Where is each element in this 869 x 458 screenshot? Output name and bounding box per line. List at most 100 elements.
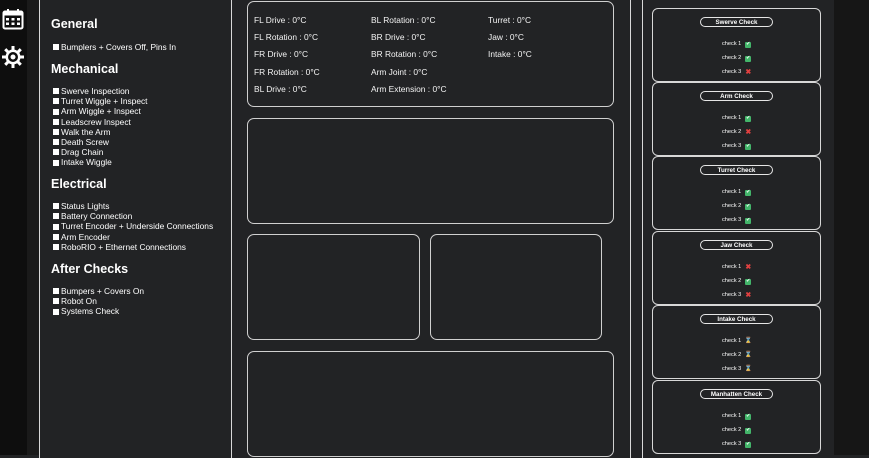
check-pass-icon: ✔ (745, 427, 752, 434)
section-title-electrical: Electrical (51, 177, 107, 191)
check-pass-icon: ✔ (745, 41, 752, 48)
check-row: check 3 ✖ (722, 292, 751, 299)
checklist-item-label: Leadscrew Inspect (61, 116, 131, 127)
check-label: check 2 (722, 427, 742, 433)
checklist-item-label: Swerve Inspection (61, 86, 130, 96)
check-label: check 3 (722, 69, 742, 75)
checklist-item-label: Bumpers + Covers On (61, 286, 145, 296)
divider (39, 0, 40, 458)
sensor-reading: FL Rotation : 0°C (254, 32, 319, 42)
check-row: check 2 ✔ (722, 278, 752, 285)
check-label: check 1 (722, 413, 742, 419)
sensor-reading: Arm Joint : 0°C (371, 67, 428, 77)
checklist-item[interactable]: Bumplers + Covers Off, Pins In (53, 42, 176, 52)
checklist-item[interactable]: Bumpers + Covers On (53, 286, 144, 296)
checklist-item[interactable]: Robot On (53, 296, 144, 306)
checkbox[interactable] (53, 233, 59, 240)
check-card: Intake Check check 1 ⌛ check 2 ⌛ check 3 ⌛ (652, 305, 821, 379)
checkbox[interactable] (53, 88, 59, 95)
check-title-pill[interactable]: Swerve Check (700, 17, 773, 27)
check-title-pill[interactable]: Turret Check (700, 165, 773, 175)
checkbox[interactable] (53, 98, 59, 105)
sensor-reading: BL Drive : 0°C (254, 84, 307, 94)
check-label: check 1 (722, 41, 742, 47)
checklist-item[interactable]: Walk the Arm (53, 127, 148, 137)
section-title-after-checks: After Checks (51, 262, 129, 276)
check-row: check 2 ⌛ (722, 352, 753, 359)
check-label: check 3 (722, 143, 742, 149)
checkbox[interactable] (53, 243, 59, 250)
calendar-icon (2, 9, 24, 30)
calendar-button[interactable] (0, 4, 26, 34)
check-pass-icon: ✔ (745, 115, 752, 122)
check-label: check 1 (722, 338, 742, 344)
checkbox[interactable] (53, 159, 59, 166)
checklist-item[interactable]: Status Lights (53, 201, 213, 211)
check-card: Arm Check check 1 ✔ check 2 ✖ check 3 ✔ (652, 82, 821, 156)
settings-button[interactable] (0, 42, 26, 72)
check-title-pill[interactable]: Arm Check (700, 91, 773, 101)
electrical-items: Status Lights Battery Connection Turret … (53, 201, 213, 252)
checkbox[interactable] (53, 288, 59, 295)
checklist-item[interactable]: Battery Connection (53, 211, 213, 221)
checklist-item[interactable]: Swerve Inspection (53, 86, 148, 96)
check-fail-icon: ✖ (745, 69, 752, 76)
checklist-item[interactable]: Intake Wiggle (53, 157, 148, 167)
check-card: Swerve Check check 1 ✔ check 2 ✔ check 3 ✖ (652, 8, 821, 82)
hourglass-icon: ⌛ (744, 352, 753, 358)
checkbox[interactable] (53, 108, 59, 115)
checklist-item-label: Death Screw (61, 137, 109, 148)
empty-panel (247, 118, 614, 224)
sensor-reading: FR Rotation : 0°C (254, 67, 320, 77)
check-label: check 3 (722, 441, 742, 447)
check-label: check 2 (722, 129, 742, 135)
check-pass-icon: ✔ (745, 441, 752, 448)
checkbox[interactable] (53, 213, 59, 220)
check-label: check 1 (722, 189, 742, 195)
checkbox[interactable] (53, 128, 59, 135)
divider (630, 0, 631, 458)
checklist-item[interactable]: Turret Wiggle + Inspect (53, 96, 148, 106)
checkbox[interactable] (53, 298, 59, 305)
check-label: check 2 (722, 352, 742, 358)
check-title-pill[interactable]: Jaw Check (700, 240, 773, 250)
sensor-reading: BR Drive : 0°C (371, 32, 426, 42)
after-checks-items: Bumpers + Covers On Robot On Systems Che… (53, 286, 144, 317)
divider (231, 0, 232, 458)
checklist-item[interactable]: Death Screw (53, 137, 148, 147)
checklist-item-label: Walk the Arm (61, 126, 111, 137)
checkbox[interactable] (53, 308, 59, 315)
checkbox[interactable] (53, 149, 59, 156)
check-row: check 1 ✔ (722, 189, 752, 196)
checklist-item[interactable]: Drag Chain (53, 147, 148, 157)
checkbox[interactable] (53, 118, 59, 125)
checkbox[interactable] (53, 139, 59, 146)
sensor-reading: Intake : 0°C (488, 49, 532, 59)
checklist-item[interactable]: Systems Check (53, 306, 144, 316)
checklist-item[interactable]: Leadscrew Inspect (53, 117, 148, 127)
check-label: check 2 (722, 55, 742, 61)
checklist-item-label: Robot On (61, 296, 97, 307)
sensor-reading: FR Drive : 0°C (254, 49, 309, 59)
empty-panel (430, 234, 602, 340)
check-label: check 1 (722, 115, 742, 121)
checkbox[interactable] (53, 44, 59, 51)
checkbox[interactable] (53, 223, 59, 230)
check-row: check 1 ✔ (722, 115, 752, 122)
sensor-reading: BL Rotation : 0°C (371, 15, 436, 25)
checklist-item[interactable]: RoboRIO + Ethernet Connections (53, 242, 213, 252)
checkbox[interactable] (53, 203, 59, 210)
check-row: check 2 ✔ (722, 203, 752, 210)
checklist-item[interactable]: Arm Wiggle + Inspect (53, 106, 148, 116)
checklist-item-label: Turret Wiggle + Inspect (61, 96, 148, 107)
checklist-item-label: Systems Check (61, 306, 120, 317)
check-title-pill[interactable]: Manhatten Check (700, 389, 773, 399)
checklist-item[interactable]: Arm Encoder (53, 232, 213, 242)
sensor-reading: BR Rotation : 0°C (371, 49, 438, 59)
empty-panel (247, 351, 614, 457)
check-title-pill[interactable]: Intake Check (700, 314, 773, 324)
check-row: check 3 ✖ (722, 69, 751, 76)
check-row: check 2 ✔ (722, 55, 752, 62)
gear-icon (2, 46, 24, 68)
checklist-item[interactable]: Turret Encoder + Underside Connections (53, 221, 213, 231)
